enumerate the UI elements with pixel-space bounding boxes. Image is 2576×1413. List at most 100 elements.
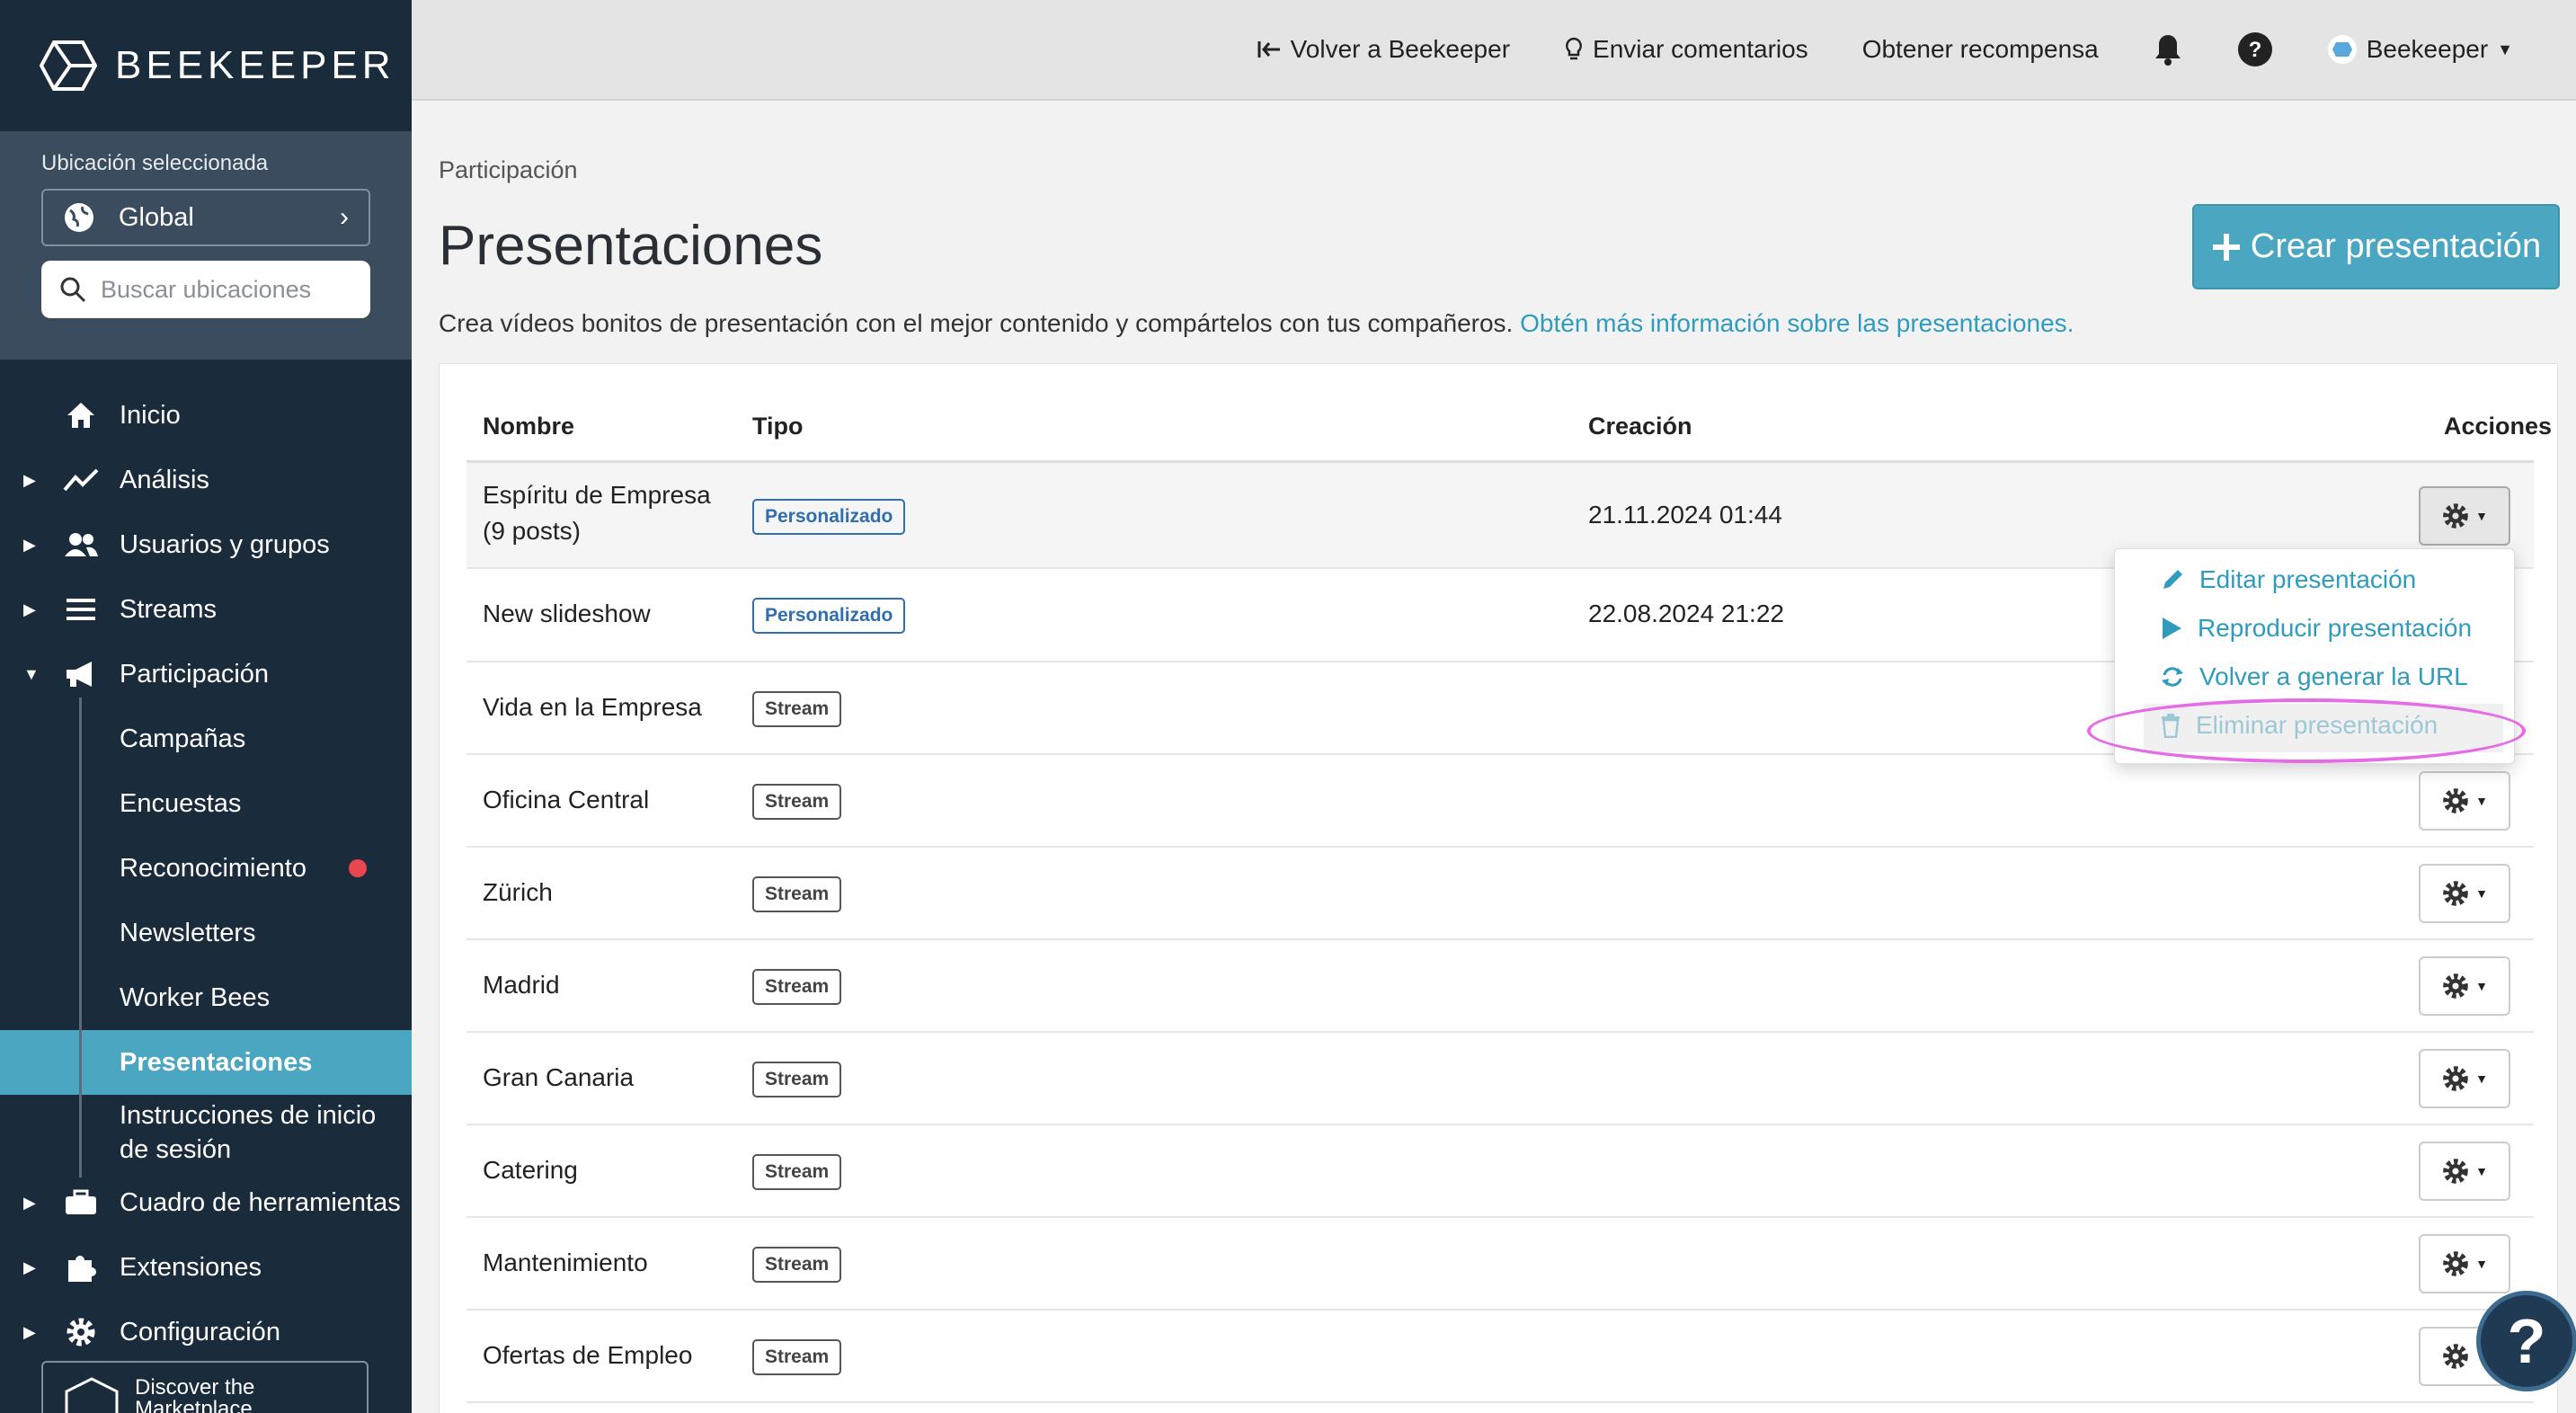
help-floating-button[interactable]: ? (2476, 1291, 2576, 1391)
row-actions-button[interactable]: ▼ (2419, 864, 2510, 923)
caret-down-icon: ▼ (2497, 40, 2513, 58)
learn-more-link[interactable]: Obtén más información sobre las presenta… (1520, 309, 2074, 337)
table-row[interactable]: Madrid Stream ▼ (466, 940, 2534, 1033)
sidebar-item-analisis[interactable]: ▶ Análisis (0, 448, 412, 512)
table-row[interactable]: Mantenimiento Stream ▼ (466, 1218, 2534, 1311)
row-name[interactable]: Vida en la Empresa (483, 693, 702, 722)
home-icon (63, 397, 99, 433)
page-title: Presentaciones (439, 215, 823, 277)
sidebar-nav: Inicio ▶ Análisis ▶ Usuarios y grupos ▶ … (0, 383, 412, 1364)
column-header-actions: Acciones (2444, 413, 2553, 440)
description-text: Crea vídeos bonitos de presentación con … (439, 309, 1514, 337)
column-header-type[interactable]: Tipo (752, 413, 804, 440)
sidebar-item-label: Configuración (120, 1317, 280, 1346)
type-badge: Stream (752, 1062, 842, 1098)
row-name[interactable]: Catering (483, 1156, 578, 1185)
caret-down-icon: ▼ (2475, 979, 2488, 993)
sidebar-subitem-instrucciones[interactable]: Instrucciones de inicio de sesión (0, 1095, 412, 1170)
caret-right-icon: ▶ (23, 470, 36, 489)
sidebar-item-inicio[interactable]: Inicio (0, 383, 412, 448)
row-name[interactable]: Gran Canaria (483, 1063, 634, 1092)
sidebar-item-usuarios[interactable]: ▶ Usuarios y grupos (0, 512, 412, 577)
breadcrumb[interactable]: Participación (439, 156, 578, 184)
search-icon (60, 277, 86, 303)
row-name[interactable]: Mantenimiento (483, 1249, 648, 1277)
caret-down-icon: ▼ (2475, 509, 2488, 523)
location-panel: Ubicación seleccionada Global › Buscar u… (0, 131, 412, 360)
caret-down-icon: ▼ (23, 664, 40, 683)
top-bar: Volver a Beekeeper Enviar comentarios Ob… (412, 0, 2576, 101)
feedback-label: Enviar comentarios (1593, 35, 1808, 63)
sidebar-subitem-newsletters[interactable]: Newsletters (0, 901, 412, 965)
back-to-beekeeper-link[interactable]: Volver a Beekeeper (1257, 35, 1510, 64)
sidebar-subitem-campanas[interactable]: Campañas (0, 706, 412, 771)
sidebar-subitem-label: Newsletters (120, 918, 256, 947)
menu-item-label: Volver a generar la URL (2199, 662, 2468, 690)
row-actions-button[interactable]: ▼ (2419, 771, 2510, 831)
location-selector[interactable]: Global › (41, 189, 370, 246)
globe-icon (65, 203, 93, 232)
table-row[interactable]: Ofertas de Empleo Stream ▼ (466, 1311, 2534, 1403)
sidebar-subitem-label: Presentaciones (120, 1047, 313, 1077)
sidebar-subitem-reconocimiento[interactable]: Reconocimiento (0, 836, 412, 901)
get-reward-link[interactable]: Obtener recompensa (1862, 35, 2099, 64)
row-actions-button[interactable]: ▼ (2419, 1142, 2510, 1201)
row-name[interactable]: Espíritu de Empresa (9 posts) (483, 477, 711, 549)
help-button[interactable]: ? (2237, 31, 2273, 67)
sidebar-item-extensiones[interactable]: ▶ Extensiones (0, 1235, 412, 1300)
row-actions-button[interactable]: ▼ (2419, 1234, 2510, 1293)
location-search-placeholder: Buscar ubicaciones (101, 275, 312, 303)
table-row[interactable]: Oficina Central Stream ▼ (466, 755, 2534, 848)
sidebar-subitem-label: Reconocimiento (120, 853, 306, 883)
brand-logo[interactable]: BEEKEEPER (0, 0, 412, 131)
marketplace-icon (65, 1377, 119, 1413)
row-date: 22.08.2024 21:22 (1588, 600, 1784, 627)
plus-icon (2212, 233, 2240, 261)
sidebar-subitem-encuestas[interactable]: Encuestas (0, 771, 412, 836)
gear-icon (2443, 881, 2468, 906)
menu-item-regenerate-url[interactable]: Volver a generar la URL (2160, 662, 2468, 691)
row-actions-button[interactable]: ▼ (2419, 1049, 2510, 1108)
play-icon (2163, 618, 2181, 639)
row-name-count: (9 posts) (483, 517, 581, 545)
user-name: Beekeeper (2366, 35, 2489, 63)
column-header-name[interactable]: Nombre (483, 413, 574, 440)
notifications-button[interactable] (2153, 32, 2183, 67)
gear-icon (2443, 503, 2468, 529)
gear-icon (2443, 973, 2468, 999)
row-actions-button[interactable]: ▼ (2419, 486, 2510, 546)
caret-down-icon: ▼ (2475, 1071, 2488, 1086)
sidebar-subitem-worker-bees[interactable]: Worker Bees (0, 965, 412, 1030)
sidebar-subitem-presentaciones[interactable]: Presentaciones (0, 1030, 412, 1095)
create-presentation-button[interactable]: Crear presentación (2192, 204, 2560, 289)
send-feedback-link[interactable]: Enviar comentarios (1564, 35, 1808, 64)
column-header-created[interactable]: Creación (1588, 413, 1692, 440)
menu-item-edit[interactable]: Editar presentación (2160, 565, 2416, 594)
sidebar-item-configuracion[interactable]: ▶ Configuración (0, 1300, 412, 1364)
row-name[interactable]: Zürich (483, 878, 553, 907)
sidebar-item-streams[interactable]: ▶ Streams (0, 577, 412, 642)
menu-item-play[interactable]: Reproducir presentación (2160, 614, 2472, 643)
question-circle-icon: ? (2237, 32, 2272, 67)
sidebar-item-cuadro-herramientas[interactable]: ▶ Cuadro de herramientas (0, 1170, 412, 1235)
svg-text:?: ? (2248, 38, 2261, 62)
sidebar-item-label: Inicio (120, 400, 181, 430)
sidebar-item-participacion[interactable]: ▼ Participación (0, 642, 412, 706)
gear-icon (2443, 1066, 2468, 1091)
table-row[interactable]: Catering Stream ▼ (466, 1125, 2534, 1218)
beekeeper-logo-icon (40, 40, 97, 91)
highlight-ring-annotation (2087, 698, 2526, 763)
row-name[interactable]: Ofertas de Empleo (483, 1341, 692, 1370)
marketplace-button[interactable]: Discover the Marketplace (41, 1361, 369, 1413)
row-name[interactable]: Madrid (483, 971, 560, 1000)
list-icon (63, 591, 99, 627)
table-row[interactable]: Gran Canaria Stream ▼ (466, 1033, 2534, 1125)
row-name[interactable]: Oficina Central (483, 786, 649, 814)
location-search-input[interactable]: Buscar ubicaciones (41, 261, 370, 318)
table-row[interactable]: Zürich Stream ▼ (466, 848, 2534, 940)
gear-icon (63, 1314, 99, 1350)
type-badge: Personalizado (752, 499, 906, 535)
user-menu[interactable]: Beekeeper ▼ (2327, 34, 2513, 65)
row-actions-button[interactable]: ▼ (2419, 956, 2510, 1016)
row-name[interactable]: New slideshow (483, 600, 651, 628)
